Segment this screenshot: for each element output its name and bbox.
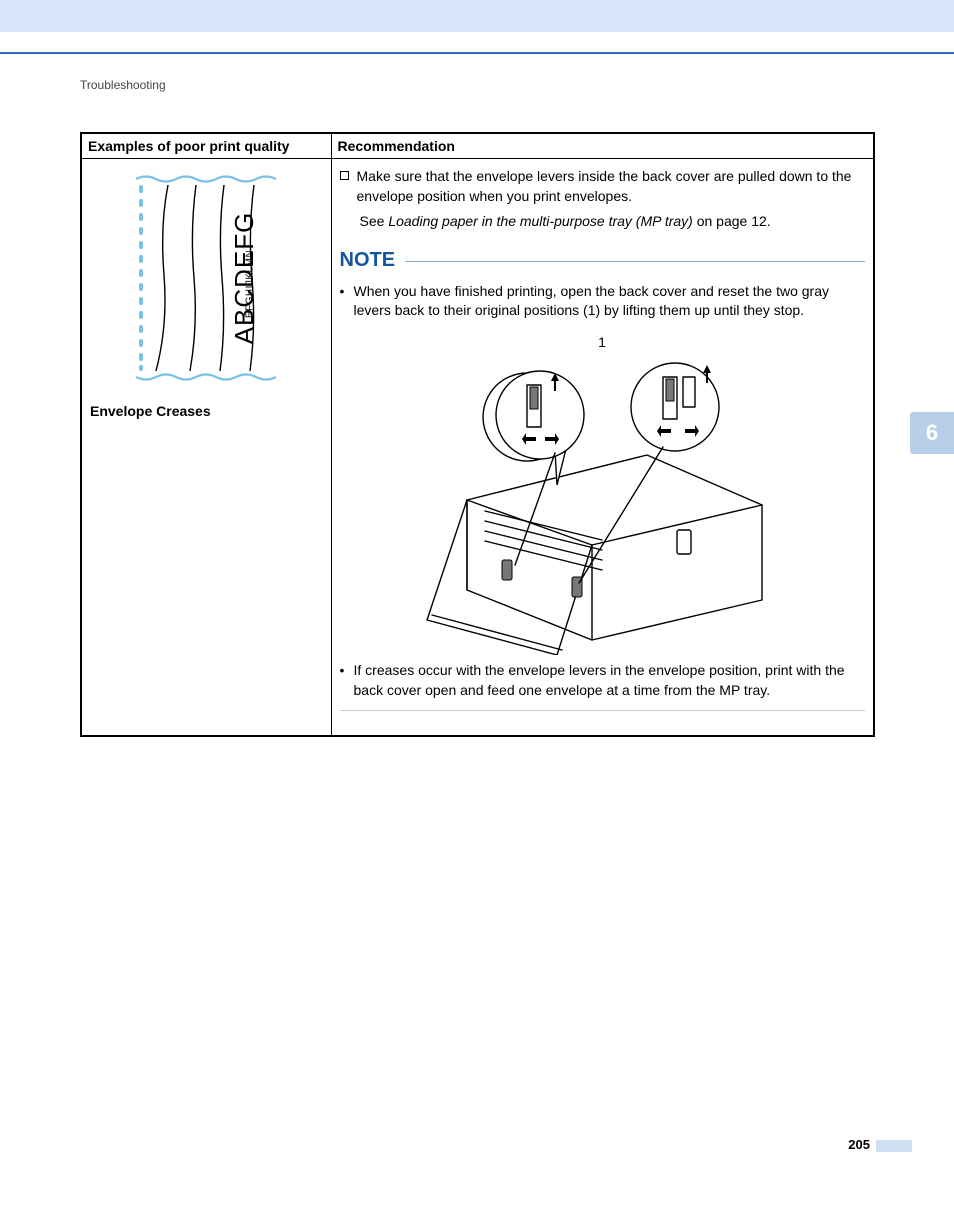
square-bullet-icon bbox=[340, 171, 349, 180]
note-bullet-1: • When you have finished printing, open … bbox=[340, 282, 866, 321]
chapter-tab[interactable]: 6 bbox=[910, 412, 954, 454]
see-link-text[interactable]: Loading paper in the multi-purpose tray … bbox=[388, 213, 693, 229]
see-prefix: See bbox=[360, 213, 389, 229]
top-accent-bar bbox=[0, 0, 954, 32]
envelope-top-wave-icon bbox=[136, 173, 276, 183]
table-row: ABCDEFG EFGHIJKLMN Envelope Creases Make… bbox=[81, 159, 874, 737]
troubleshooting-table: Examples of poor print quality Recommend… bbox=[80, 132, 875, 737]
envelope-bottom-wave-icon bbox=[136, 373, 276, 383]
page-number: 205 bbox=[848, 1137, 870, 1152]
envelope-sample-text-small: EFGHIJKLMN bbox=[245, 249, 256, 317]
table-header-row: Examples of poor print quality Recommend… bbox=[81, 133, 874, 159]
note-text-1: When you have finished printing, open th… bbox=[354, 282, 866, 321]
recommendation-cell: Make sure that the envelope levers insid… bbox=[331, 159, 874, 737]
example-cell: ABCDEFG EFGHIJKLMN Envelope Creases bbox=[81, 159, 331, 737]
section-title: Troubleshooting bbox=[80, 78, 166, 92]
note-closing-rule-icon bbox=[340, 710, 866, 711]
envelope-side-dots-icon bbox=[136, 183, 146, 373]
header-examples: Examples of poor print quality bbox=[81, 133, 331, 159]
note-heading: NOTE bbox=[340, 246, 866, 274]
envelope-crease-illustration: ABCDEFG EFGHIJKLMN bbox=[136, 173, 276, 383]
note-rule-icon bbox=[405, 261, 865, 262]
printer-lever-diagram-icon: 1 bbox=[407, 335, 797, 655]
see-reference: See Loading paper in the multi-purpose t… bbox=[360, 212, 866, 232]
bullet-dot-icon: • bbox=[340, 661, 354, 700]
note-text-2: If creases occur with the envelope lever… bbox=[354, 661, 866, 700]
note-bullet-2: • If creases occur with the envelope lev… bbox=[340, 661, 866, 700]
header-recommendation: Recommendation bbox=[331, 133, 874, 159]
note-label: NOTE bbox=[340, 246, 396, 274]
recommendation-bullet-1: Make sure that the envelope levers insid… bbox=[340, 167, 866, 206]
page-footer-stub-icon bbox=[876, 1140, 912, 1152]
recommendation-text-1: Make sure that the envelope levers insid… bbox=[357, 167, 866, 206]
envelope-caption: Envelope Creases bbox=[90, 403, 323, 419]
lever-diagram: 1 bbox=[340, 331, 866, 661]
diagram-callout-number: 1 bbox=[598, 335, 606, 350]
bullet-dot-icon: • bbox=[340, 282, 354, 321]
chapter-number: 6 bbox=[926, 420, 938, 446]
see-suffix: on page 12. bbox=[693, 213, 771, 229]
top-rule bbox=[0, 52, 954, 54]
